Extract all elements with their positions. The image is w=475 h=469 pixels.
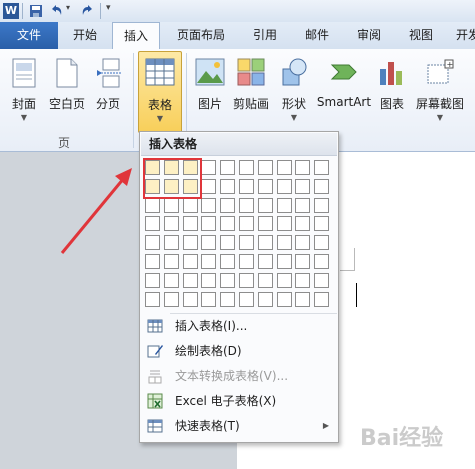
- text-to-table-icon: [148, 370, 162, 384]
- grid-cell[interactable]: [182, 254, 198, 269]
- grid-cell[interactable]: [201, 272, 217, 288]
- grid-cell[interactable]: [257, 160, 273, 175]
- grid-cell[interactable]: [145, 272, 160, 288]
- grid-cell[interactable]: [314, 291, 330, 307]
- grid-cell[interactable]: [295, 160, 311, 175]
- insert-table-icon: [147, 319, 163, 333]
- menu-item-label: 文本转换成表格(V)...: [175, 369, 289, 383]
- grid-cell[interactable]: [257, 272, 273, 288]
- menu-item-label: 绘制表格(D): [175, 344, 242, 358]
- draw-table-icon: [147, 345, 163, 358]
- grid-cell[interactable]: [163, 235, 179, 251]
- grid-cell[interactable]: [201, 178, 217, 194]
- grid-cell[interactable]: [276, 254, 292, 269]
- grid-cell[interactable]: [314, 235, 330, 251]
- grid-cell[interactable]: [145, 197, 160, 213]
- grid-cell[interactable]: [239, 254, 254, 269]
- grid-cell[interactable]: [163, 197, 179, 213]
- grid-cell[interactable]: [239, 160, 254, 175]
- insert-table-header: 插入表格: [141, 133, 337, 156]
- grid-cell[interactable]: [314, 178, 330, 194]
- menu-item-label: 插入表格(I)...: [175, 319, 248, 333]
- grid-cell[interactable]: [276, 235, 292, 251]
- grid-cell[interactable]: [145, 254, 160, 269]
- grid-cell[interactable]: [276, 272, 292, 288]
- grid-cell[interactable]: [295, 272, 311, 288]
- grid-cell[interactable]: [163, 254, 179, 269]
- grid-cell[interactable]: [239, 272, 254, 288]
- grid-cell[interactable]: [220, 197, 236, 213]
- grid-cell[interactable]: [182, 235, 198, 251]
- grid-cell[interactable]: [145, 291, 160, 307]
- menu-item-insert-table[interactable]: 插入表格(I)...: [141, 314, 337, 338]
- grid-cell[interactable]: [295, 235, 311, 251]
- grid-cell[interactable]: [220, 272, 236, 288]
- grid-cell[interactable]: [163, 291, 179, 307]
- grid-cell[interactable]: [239, 291, 254, 307]
- grid-cell[interactable]: [276, 216, 292, 232]
- grid-cell[interactable]: [276, 160, 292, 175]
- watermark: Bai经验: [360, 426, 444, 451]
- grid-cell[interactable]: [163, 272, 179, 288]
- grid-cell[interactable]: [314, 160, 330, 175]
- grid-cell[interactable]: [201, 160, 217, 175]
- grid-cell[interactable]: [201, 254, 217, 269]
- grid-cell[interactable]: [295, 254, 311, 269]
- grid-cell[interactable]: [276, 197, 292, 213]
- grid-cell[interactable]: [220, 291, 236, 307]
- grid-cell[interactable]: [182, 291, 198, 307]
- menu-item-label: Excel 电子表格(X): [175, 394, 277, 408]
- grid-cell[interactable]: [257, 254, 273, 269]
- grid-cell[interactable]: [276, 291, 292, 307]
- menu-item-quick-tables[interactable]: 快速表格(T) ▶: [141, 414, 337, 438]
- grid-cell[interactable]: [220, 254, 236, 269]
- grid-cell[interactable]: [295, 216, 311, 232]
- grid-cell[interactable]: [220, 160, 236, 175]
- grid-cell[interactable]: [314, 197, 330, 213]
- grid-cell[interactable]: [314, 272, 330, 288]
- submenu-arrow-icon: ▶: [322, 421, 329, 430]
- grid-cell[interactable]: [295, 178, 311, 194]
- grid-cell[interactable]: [201, 197, 217, 213]
- grid-cell[interactable]: [314, 216, 330, 232]
- grid-cell[interactable]: [145, 216, 160, 232]
- grid-cell[interactable]: [239, 197, 254, 213]
- menu-item-draw-table[interactable]: 绘制表格(D): [141, 339, 337, 363]
- grid-cell[interactable]: [163, 216, 179, 232]
- grid-cell[interactable]: [314, 254, 330, 269]
- menu-item-label: 快速表格(T): [175, 419, 240, 433]
- excel-icon: [147, 393, 163, 409]
- grid-cell[interactable]: [201, 216, 217, 232]
- grid-cell[interactable]: [220, 235, 236, 251]
- grid-cell[interactable]: [276, 178, 292, 194]
- grid-cell[interactable]: [257, 197, 273, 213]
- grid-cell[interactable]: [257, 235, 273, 251]
- grid-cell[interactable]: [295, 197, 311, 213]
- grid-cell[interactable]: [145, 235, 160, 251]
- grid-cell[interactable]: [295, 291, 311, 307]
- grid-cell[interactable]: [182, 272, 198, 288]
- grid-cell[interactable]: [220, 178, 236, 194]
- grid-cell[interactable]: [239, 216, 254, 232]
- menu-item-text-to-table: 文本转换成表格(V)...: [141, 364, 337, 388]
- grid-cell[interactable]: [201, 235, 217, 251]
- grid-cell[interactable]: [182, 197, 198, 213]
- grid-cell[interactable]: [257, 216, 273, 232]
- selection-highlight: [143, 158, 203, 199]
- grid-cell[interactable]: [220, 216, 236, 232]
- grid-cell[interactable]: [201, 291, 217, 307]
- grid-cell[interactable]: [257, 178, 273, 194]
- grid-cell[interactable]: [182, 216, 198, 232]
- insert-table-dropdown: 插入表格 插入表格(I)... 绘制表格(D) 文本转换成表格(V)... Ex…: [139, 131, 339, 443]
- grid-cell[interactable]: [239, 235, 254, 251]
- menu-item-excel-spreadsheet[interactable]: Excel 电子表格(X): [141, 389, 337, 413]
- grid-cell[interactable]: [239, 178, 254, 194]
- quick-table-icon: [147, 419, 163, 433]
- grid-cell[interactable]: [257, 291, 273, 307]
